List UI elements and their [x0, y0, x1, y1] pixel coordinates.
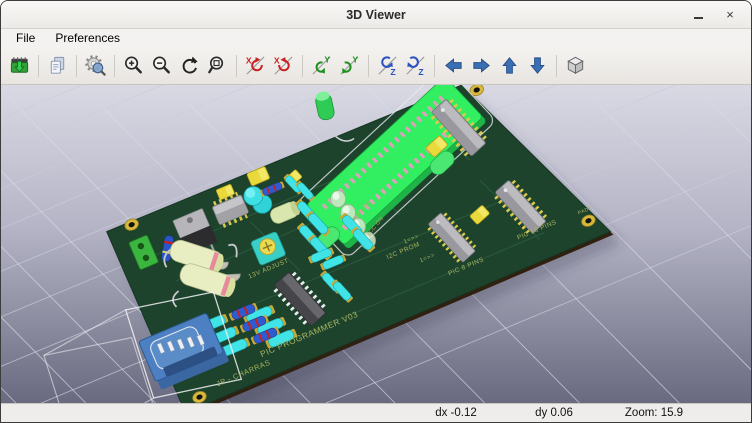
rotate-z-pos-button[interactable]: Z [402, 52, 429, 79]
3d-scene: PIC PROGRAMMER V03 JP - CHARRAS 13V ADJU… [1, 85, 751, 403]
rotate-x-neg-icon: X [244, 54, 267, 77]
move-left-icon [442, 54, 465, 77]
rotate-x-neg-button[interactable]: X [242, 52, 269, 79]
copy-image-button[interactable] [44, 52, 71, 79]
rotate-z-neg-button[interactable]: Z [374, 52, 401, 79]
toolbar-separator [302, 55, 303, 77]
status-zoom: Zoom: 15.9 [602, 407, 706, 419]
move-left-button[interactable] [440, 52, 467, 79]
menu-preferences[interactable]: Preferences [46, 30, 129, 46]
rotate-x-pos-button[interactable]: X [270, 52, 297, 79]
led [331, 191, 346, 208]
titlebar[interactable]: 3D Viewer × [1, 1, 751, 29]
rotate-y-neg-icon: Y [310, 54, 333, 77]
move-up-button[interactable] [496, 52, 523, 79]
toolbar-separator [434, 55, 435, 77]
statusbar: dx -0.12 dy 0.06 Zoom: 15.9 [1, 403, 751, 422]
3d-viewer-window: 3D Viewer × File Preferences [0, 0, 752, 423]
window-controls: × [691, 8, 751, 22]
menu-file[interactable]: File [7, 30, 44, 46]
move-down-icon [526, 54, 549, 77]
rotate-z-neg-icon: Z [376, 54, 399, 77]
redraw-icon [178, 54, 201, 77]
zoom-in-button[interactable] [120, 52, 147, 79]
minimize-button[interactable] [691, 8, 705, 22]
svg-text:Y: Y [324, 55, 330, 65]
toolbar-separator [38, 55, 39, 77]
zoom-out-button[interactable] [148, 52, 175, 79]
move-down-button[interactable] [524, 52, 551, 79]
status-dx: dx -0.12 [406, 407, 506, 419]
rotate-x-pos-icon: X [272, 54, 295, 77]
move-right-icon [470, 54, 493, 77]
render-options-icon [84, 54, 107, 77]
redraw-button[interactable] [176, 52, 203, 79]
toolbar-separator [368, 55, 369, 77]
reload-board-button[interactable] [6, 52, 33, 79]
toolbar-separator [556, 55, 557, 77]
ortho-view-icon [564, 54, 587, 77]
rotate-y-pos-button[interactable]: Y [336, 52, 363, 79]
ortho-view-button[interactable] [562, 52, 589, 79]
svg-text:Y: Y [352, 55, 358, 65]
3d-viewport[interactable]: PIC PROGRAMMER V03 JP - CHARRAS 13V ADJU… [1, 85, 751, 403]
minimize-icon [694, 17, 703, 19]
toolbar-separator [76, 55, 77, 77]
toolbar-separator [236, 55, 237, 77]
rotate-y-pos-icon: Y [338, 54, 361, 77]
render-options-button[interactable] [82, 52, 109, 79]
toolbar-separator [114, 55, 115, 77]
rotate-z-pos-icon: Z [404, 54, 427, 77]
zoom-in-icon [122, 54, 145, 77]
zoom-out-icon [150, 54, 173, 77]
svg-text:Z: Z [390, 67, 396, 77]
status-dy: dy 0.06 [506, 407, 602, 419]
move-up-icon [498, 54, 521, 77]
window-title: 3D Viewer [1, 8, 751, 22]
zoom-fit-icon [206, 54, 229, 77]
zoom-fit-button[interactable] [204, 52, 231, 79]
svg-text:X: X [274, 56, 280, 66]
svg-text:X: X [246, 56, 252, 66]
svg-text:Z: Z [418, 67, 424, 77]
toolbar: X X Y [1, 47, 751, 85]
move-right-button[interactable] [468, 52, 495, 79]
menubar: File Preferences [1, 29, 751, 47]
copy-image-icon [46, 54, 69, 77]
reload-board-icon [8, 54, 31, 77]
close-button[interactable]: × [723, 8, 737, 22]
rotate-y-neg-button[interactable]: Y [308, 52, 335, 79]
